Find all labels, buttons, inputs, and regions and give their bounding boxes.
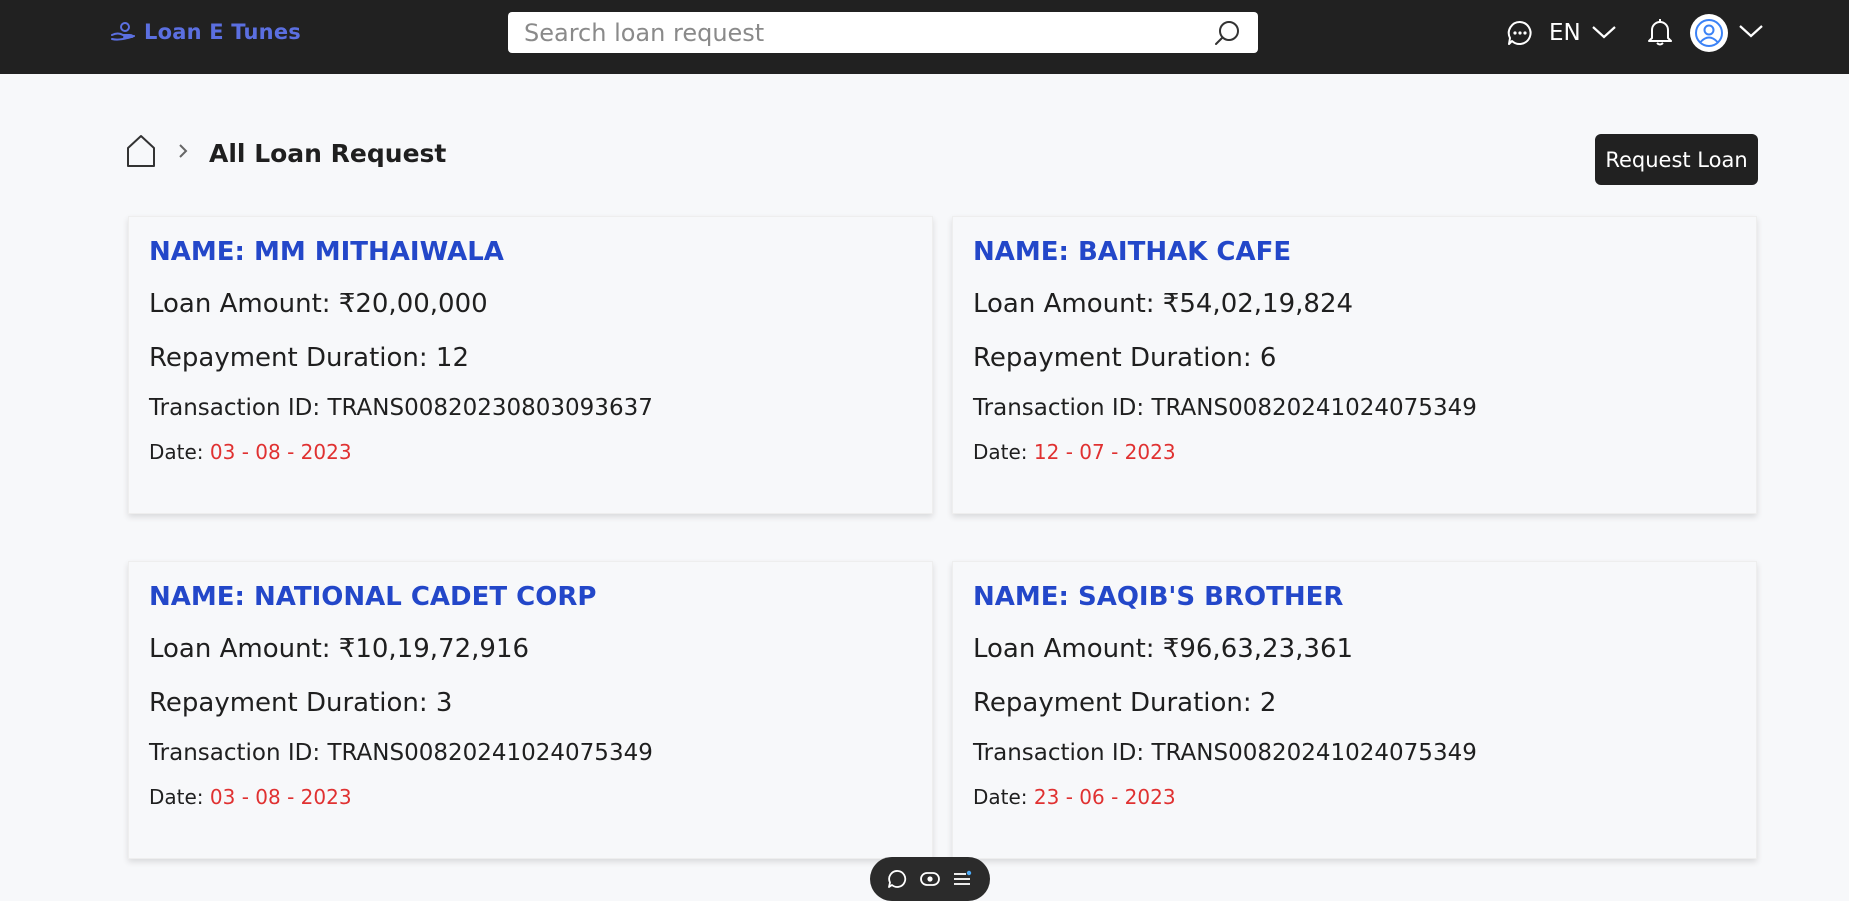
date-value: 12 - 07 - 2023	[1033, 440, 1176, 464]
page-title: All Loan Request	[209, 138, 447, 168]
chevron-down-icon	[1738, 23, 1764, 43]
repayment-duration: Repayment Duration: 6	[973, 343, 1277, 373]
top-navbar: Loan E Tunes EN	[0, 0, 1849, 74]
loan-card[interactable]: NAME: BAITHAK CAFE Loan Amount: ₹54,02,1…	[952, 216, 1757, 514]
hand-coin-icon	[110, 18, 138, 46]
profile-menu[interactable]	[1690, 14, 1764, 52]
transaction-id: Transaction ID: TRANS00820241024075349	[149, 740, 653, 766]
loan-amount: Loan Amount: ₹20,00,000	[149, 289, 488, 319]
date-label: Date:	[973, 440, 1034, 464]
loan-name[interactable]: NAME: NATIONAL CADET CORP	[149, 584, 912, 610]
loan-date: Date: 03 - 08 - 2023	[149, 442, 912, 462]
bell-icon[interactable]	[1645, 16, 1675, 48]
transaction-id: Transaction ID: TRANS00820230803093637	[149, 395, 653, 421]
repayment-duration: Repayment Duration: 2	[973, 688, 1277, 718]
transaction-id: Transaction ID: TRANS00820241024075349	[973, 395, 1477, 421]
chat-icon[interactable]	[1505, 18, 1535, 48]
date-value: 03 - 08 - 2023	[209, 785, 352, 809]
breadcrumb: All Loan Request	[125, 134, 446, 172]
loan-name[interactable]: NAME: MM MITHAIWALA	[149, 239, 912, 265]
loan-date: Date: 12 - 07 - 2023	[973, 442, 1736, 462]
loan-card[interactable]: NAME: NATIONAL CADET CORP Loan Amount: ₹…	[128, 561, 933, 859]
loan-name[interactable]: NAME: SAQIB'S BROTHER	[973, 584, 1736, 610]
date-value: 23 - 06 - 2023	[1033, 785, 1176, 809]
loan-date: Date: 03 - 08 - 2023	[149, 787, 912, 807]
search-bar	[508, 12, 1258, 53]
avatar	[1690, 14, 1728, 52]
home-icon[interactable]	[125, 134, 157, 172]
language-label: EN	[1549, 20, 1581, 46]
transaction-id: Transaction ID: TRANS00820241024075349	[973, 740, 1477, 766]
repayment-duration: Repayment Duration: 3	[149, 688, 453, 718]
date-value: 03 - 08 - 2023	[209, 440, 352, 464]
eye-icon[interactable]	[918, 867, 942, 891]
loan-name[interactable]: NAME: BAITHAK CAFE	[973, 239, 1736, 265]
loan-card[interactable]: NAME: SAQIB'S BROTHER Loan Amount: ₹96,6…	[952, 561, 1757, 859]
search-input[interactable]	[524, 18, 1212, 47]
request-loan-button[interactable]: Request Loan	[1595, 134, 1758, 185]
logo-text: Loan E Tunes	[144, 20, 301, 44]
chevron-down-icon	[1591, 20, 1617, 46]
loan-amount: Loan Amount: ₹10,19,72,916	[149, 634, 530, 664]
loan-card[interactable]: NAME: MM MITHAIWALA Loan Amount: ₹20,00,…	[128, 216, 933, 514]
loan-amount: Loan Amount: ₹96,63,23,361	[973, 634, 1354, 664]
date-label: Date:	[973, 785, 1034, 809]
date-label: Date:	[149, 785, 210, 809]
language-selector[interactable]: EN	[1549, 16, 1617, 50]
search-icon[interactable]	[1212, 18, 1242, 48]
loan-amount: Loan Amount: ₹54,02,19,824	[973, 289, 1354, 319]
date-label: Date:	[149, 440, 210, 464]
logo[interactable]: Loan E Tunes	[110, 18, 301, 46]
chevron-right-icon	[177, 143, 189, 163]
floating-toolbar	[870, 857, 990, 901]
loan-date: Date: 23 - 06 - 2023	[973, 787, 1736, 807]
comment-icon[interactable]	[886, 867, 910, 891]
menu-icon[interactable]	[950, 867, 974, 891]
repayment-duration: Repayment Duration: 12	[149, 343, 470, 373]
